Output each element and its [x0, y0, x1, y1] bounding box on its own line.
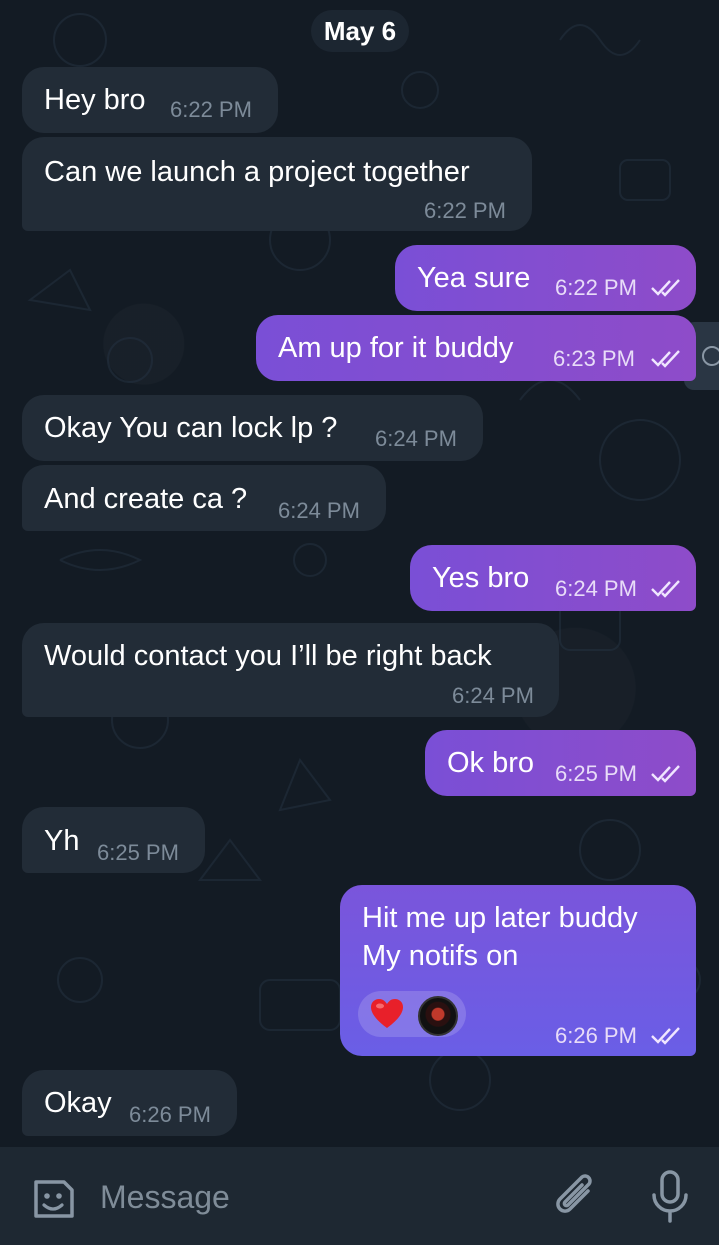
read-receipt-icon [651, 1027, 680, 1045]
message-time: 6:26 PM [129, 1102, 211, 1127]
message-text: Ok bro [447, 747, 535, 779]
read-receipt-icon [651, 279, 680, 297]
message-time: 6:24 PM [375, 426, 457, 451]
message-text: Am up for it buddy [278, 332, 514, 364]
message-text-line-2: My notifs on [362, 940, 519, 972]
message-input[interactable]: Message [100, 1179, 230, 1216]
message-bubble-incoming[interactable]: Yh 6:25 PM [22, 807, 205, 873]
message-time: 6:25 PM [97, 840, 179, 865]
message-bubble-outgoing[interactable]: Ok bro 6:25 PM [425, 730, 696, 796]
message-text: Okay You can lock lp ? [44, 412, 338, 444]
message-bubble-outgoing[interactable]: Yes bro 6:24 PM [410, 545, 696, 611]
date-separator: May 6 [311, 10, 409, 52]
message-time: 6:22 PM [555, 275, 637, 300]
message-time: 6:22 PM [170, 97, 252, 122]
message-bubble-outgoing[interactable]: Am up for it buddy 6:23 PM [256, 315, 696, 381]
message-bubble-incoming[interactable]: Would contact you I’ll be right back 6:2… [22, 623, 559, 717]
message-bubble-incoming[interactable]: Okay 6:26 PM [22, 1070, 237, 1136]
read-receipt-icon [651, 580, 680, 598]
mic-icon[interactable] [648, 1169, 692, 1225]
message-time: 6:24 PM [452, 683, 534, 708]
message-input-bar: Message [0, 1147, 719, 1245]
read-receipt-icon [651, 350, 680, 368]
message-text: Hey bro [44, 84, 146, 116]
message-bubble-outgoing[interactable]: Yea sure 6:22 PM [395, 245, 696, 311]
attach-icon[interactable] [552, 1171, 600, 1223]
message-time: 6:26 PM [555, 1023, 637, 1048]
message-time: 6:24 PM [555, 576, 637, 601]
message-text: Would contact you I’ll be right back [44, 640, 492, 672]
message-time: 6:23 PM [553, 346, 635, 371]
message-bubble-incoming[interactable]: Hey bro 6:22 PM [22, 67, 278, 133]
message-text: Yes bro [432, 562, 530, 594]
message-text: Yea sure [417, 262, 531, 294]
message-bubble-outgoing[interactable]: Hit me up later buddy My notifs on 6:26 … [340, 885, 696, 1056]
heart-icon[interactable] [370, 998, 404, 1030]
message-time: 6:22 PM [424, 198, 506, 223]
message-text: Okay [44, 1087, 112, 1119]
avatar [418, 996, 458, 1036]
message-bubble-incoming[interactable]: Okay You can lock lp ? 6:24 PM [22, 395, 483, 461]
message-text-line-1: Hit me up later buddy [362, 902, 638, 934]
chat-area[interactable]: May 6 Hey bro 6:22 PM Can we launch a pr… [0, 0, 719, 1147]
message-bubble-incoming[interactable]: Can we launch a project together 6:22 PM [22, 137, 532, 231]
reactions-bar[interactable] [358, 991, 466, 1037]
message-bubble-incoming[interactable]: And create ca ? 6:24 PM [22, 465, 386, 531]
message-time: 6:24 PM [278, 498, 360, 523]
message-text: Yh [44, 825, 80, 857]
sticker-icon[interactable] [28, 1174, 78, 1224]
read-receipt-icon [651, 765, 680, 783]
message-text: And create ca ? [44, 483, 248, 515]
message-text: Can we launch a project together [44, 156, 470, 188]
message-time: 6:25 PM [555, 761, 637, 786]
